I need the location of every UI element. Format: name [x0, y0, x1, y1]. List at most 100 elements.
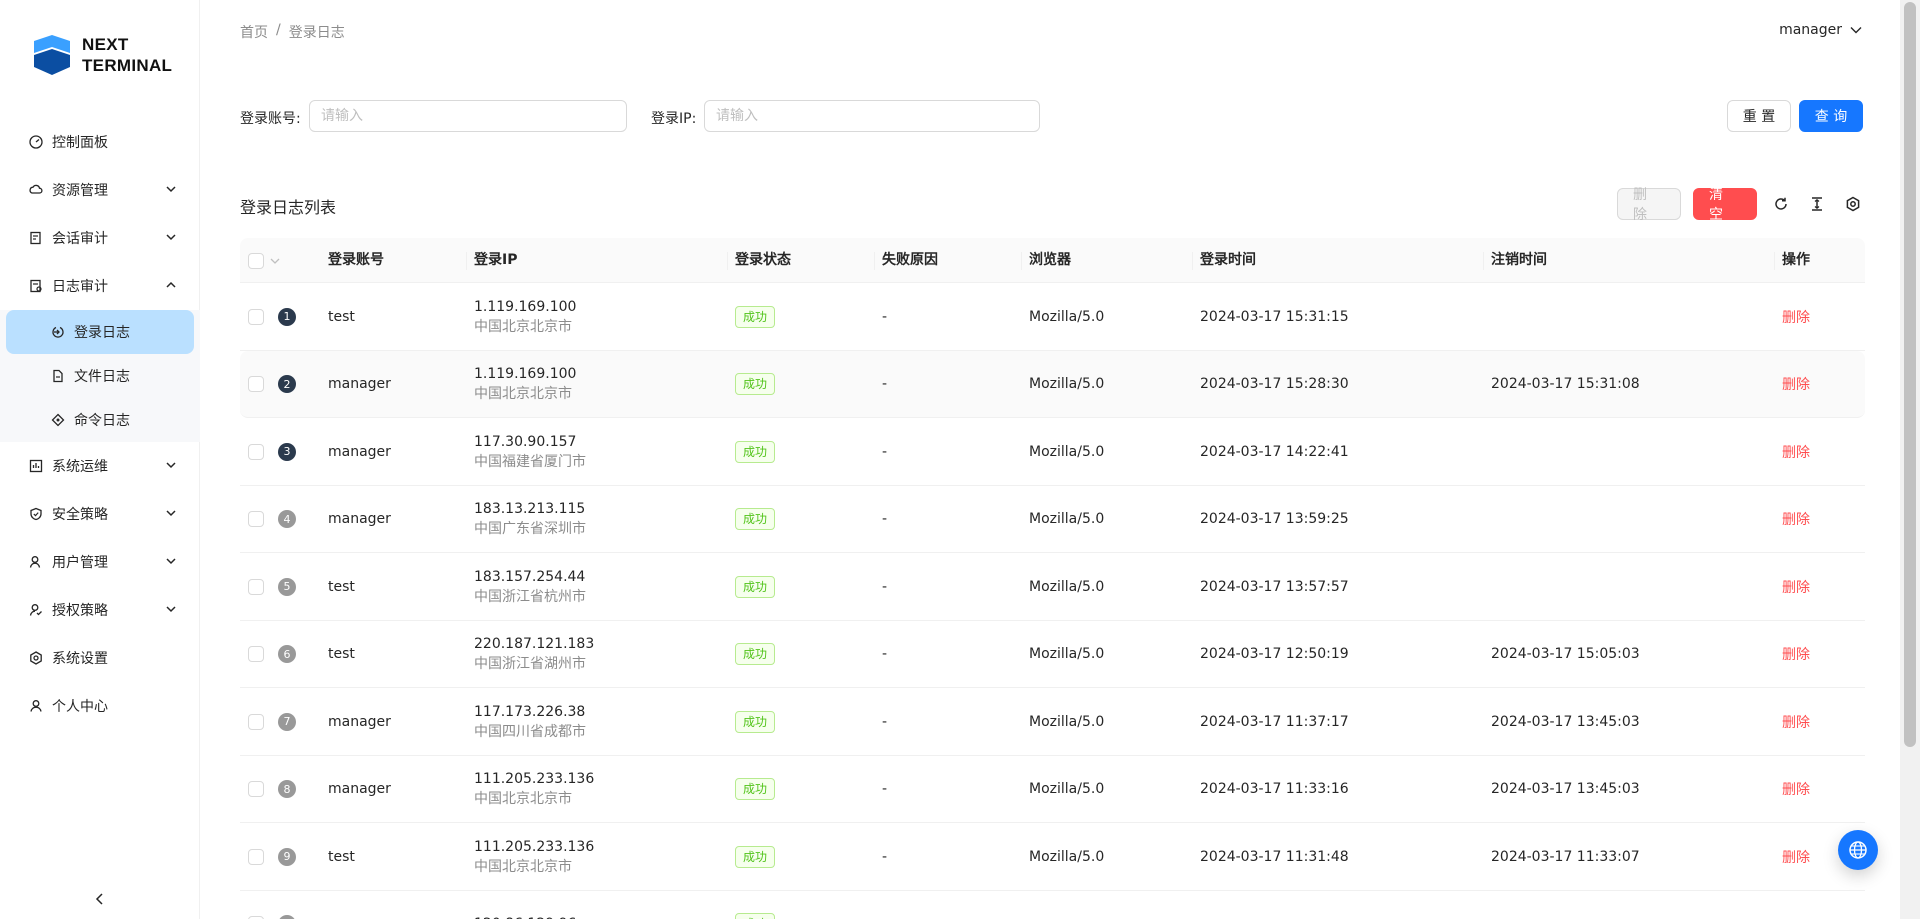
gear-icon [28, 650, 44, 666]
sidebar-item-login-log[interactable]: 登录日志 [6, 310, 194, 354]
row-select-cell [248, 351, 264, 418]
column-header-status[interactable]: 登录状态 [727, 238, 791, 283]
row-delete-link[interactable]: 删除 [1782, 577, 1810, 597]
cell-reason: - [882, 688, 887, 755]
cell-login-time-text: 2024-03-17 12:50:19 [1200, 646, 1349, 662]
cell-reason: - [882, 486, 887, 553]
row-checkbox[interactable] [248, 781, 264, 797]
row-checkbox[interactable] [248, 578, 264, 595]
column-header-account[interactable]: 登录账号 [328, 238, 384, 283]
reset-button[interactable]: 重 置 [1727, 100, 1791, 132]
row-delete-link[interactable]: 删除 [1782, 644, 1810, 664]
row-checkbox[interactable] [248, 713, 264, 730]
table-row[interactable]: 2 manager 1.119.169.100 中国北京北京市 成功 - Mozilla/5… [240, 350, 1865, 418]
row-delete-link[interactable]: 删除 [1782, 847, 1810, 867]
table-row[interactable]: 7 manager 117.173.226.38 中国四川省成都市 成功 - Mozilla… [240, 688, 1865, 756]
row-select-cell [248, 688, 264, 755]
cell-logout-time: 2024-03-17 13:45:03 [1491, 756, 1640, 823]
status-badge: 成功 [735, 575, 776, 598]
scrollbar-thumb[interactable] [1904, 2, 1916, 747]
sidebar-item-user-management[interactable]: 用户管理 [0, 538, 200, 586]
row-checkbox[interactable] [248, 646, 264, 662]
cell-login-time: 2024-03-17 12:50:19 [1200, 621, 1349, 688]
row-select-cell [248, 756, 264, 823]
table-settings-icon[interactable] [1841, 192, 1865, 216]
clear-button[interactable]: 清 空 [1693, 187, 1757, 223]
select-all-checkbox[interactable] [248, 252, 264, 269]
row-index-badge: 5 [278, 577, 296, 596]
query-button[interactable]: 查 询 [1799, 100, 1863, 132]
row-checkbox[interactable] [248, 443, 264, 460]
cell-reason: - [882, 823, 887, 890]
table-row[interactable]: 10 120.86.129.96 成功 [240, 891, 1865, 919]
cell-login-time: 2024-03-17 11:31:48 [1200, 823, 1349, 890]
row-checkbox[interactable] [248, 848, 264, 865]
batch-delete-button[interactable]: 删 除 [1617, 187, 1681, 223]
column-header-login-time[interactable]: 登录时间 [1192, 238, 1256, 283]
row-delete-link[interactable]: 删除 [1782, 779, 1810, 799]
sidebar-item-file-log[interactable]: 文件日志 [0, 354, 200, 398]
app-window: NEXT TERMINAL 控制面板 资源管理 会话审计 日志审计 登录日志 文… [0, 0, 1920, 919]
language-float-button[interactable] [1838, 830, 1878, 870]
column-header-browser[interactable]: 浏览器 [1021, 238, 1071, 283]
ip-city: 中国北京北京市 [474, 318, 572, 335]
row-checkbox[interactable] [248, 511, 264, 527]
row-index-badge: 8 [278, 780, 296, 798]
table-row[interactable]: 9 test 111.205.233.136 中国北京北京市 成功 - Mozilla/5.… [240, 823, 1865, 891]
breadcrumb-home[interactable]: 首页 [240, 22, 268, 42]
table-row[interactable]: 5 test 183.157.254.44 中国浙江省杭州市 成功 - Mozilla/5.… [240, 553, 1865, 621]
column-header-ip[interactable]: 登录IP [465, 238, 517, 283]
cell-browser: Mozilla/5.0 [1029, 756, 1104, 823]
brand-logo[interactable]: NEXT TERMINAL [32, 30, 182, 80]
column-header-logout-time[interactable]: 注销时间 [1483, 238, 1547, 283]
table-row[interactable]: 4 manager 183.13.213.115 中国广东省深圳市 成功 - Mozilla… [240, 486, 1865, 553]
sidebar-item-command-log[interactable]: 命令日志 [0, 398, 200, 442]
table-row[interactable]: 3 manager 117.30.90.157 中国福建省厦门市 成功 - Mozilla/… [240, 418, 1865, 486]
row-delete-link[interactable]: 删除 [1782, 509, 1810, 529]
sidebar-item-system-settings[interactable]: 系统设置 [0, 634, 200, 682]
sidebar-item-system-ops[interactable]: 系统运维 [0, 442, 200, 490]
sidebar-item-authorization[interactable]: 授权策略 [0, 586, 200, 634]
row-delete-link[interactable]: 删除 [1782, 712, 1810, 732]
sidebar-item-personal-center[interactable]: 个人中心 [0, 682, 200, 730]
person-icon [28, 698, 44, 714]
row-delete-link[interactable]: 删除 [1782, 442, 1810, 462]
cell-reason-text: - [882, 308, 888, 325]
sidebar-item-session-audit[interactable]: 会话审计 [0, 214, 200, 262]
sidebar-item-dashboard[interactable]: 控制面板 [0, 118, 200, 166]
cloud-icon [28, 182, 44, 198]
ip-city: 中国浙江省湖州市 [474, 656, 586, 672]
column-header-reason[interactable]: 失败原因 [874, 238, 938, 283]
sidebar-item-label: 系统运维 [52, 459, 108, 475]
table-row[interactable]: 6 test 220.187.121.183 中国浙江省湖州市 成功 - Mozilla/5… [240, 621, 1865, 688]
cell-login-time-text: 2024-03-17 13:57:57 [1200, 578, 1349, 595]
row-select-cell [248, 553, 264, 620]
ip-filter-input[interactable] [704, 100, 1040, 132]
ip-address: 183.13.213.115 [474, 501, 586, 517]
column-height-icon[interactable] [1805, 192, 1829, 216]
row-delete-link[interactable]: 删除 [1782, 307, 1810, 327]
cell-status: 成功 [735, 283, 776, 350]
user-menu[interactable]: manager [1779, 22, 1862, 38]
table-row[interactable]: 8 manager 111.205.233.136 中国北京北京市 成功 - Mozilla… [240, 756, 1865, 823]
login-log-table: 登录账号 登录IP 登录状态 失败原因 浏览器 登录时间 注销时间 操作 1 te… [240, 238, 1865, 919]
cell-browser-text: Mozilla/5.0 [1029, 308, 1105, 325]
sidebar-item-security-policy[interactable]: 安全策略 [0, 490, 200, 538]
account-filter-input[interactable] [309, 100, 627, 132]
reload-icon[interactable] [1769, 192, 1793, 216]
row-checkbox[interactable] [248, 376, 264, 392]
log-audit-submenu: 登录日志 文件日志 命令日志 [0, 310, 200, 442]
chevron-down-icon[interactable] [270, 256, 280, 266]
table-row[interactable]: 1 test 1.119.169.100 中国北京北京市 成功 - Mozilla/5.0 2… [240, 283, 1865, 351]
page-scrollbar[interactable] [1900, 0, 1920, 919]
globe-icon [1849, 841, 1867, 859]
cell-action: 删除 [1782, 756, 1810, 823]
cell-login-time: 2024-03-17 15:31:15 [1200, 283, 1349, 350]
cell-login-time-text: 2024-03-17 11:33:16 [1200, 781, 1349, 797]
row-checkbox[interactable] [248, 308, 264, 325]
collapse-sidebar-icon[interactable] [92, 891, 108, 907]
sidebar-item-log-audit[interactable]: 日志审计 [0, 262, 200, 310]
row-delete-link[interactable]: 删除 [1782, 374, 1810, 394]
sidebar-item-resources[interactable]: 资源管理 [0, 166, 200, 214]
select-all-checkbox-cell [248, 238, 280, 283]
